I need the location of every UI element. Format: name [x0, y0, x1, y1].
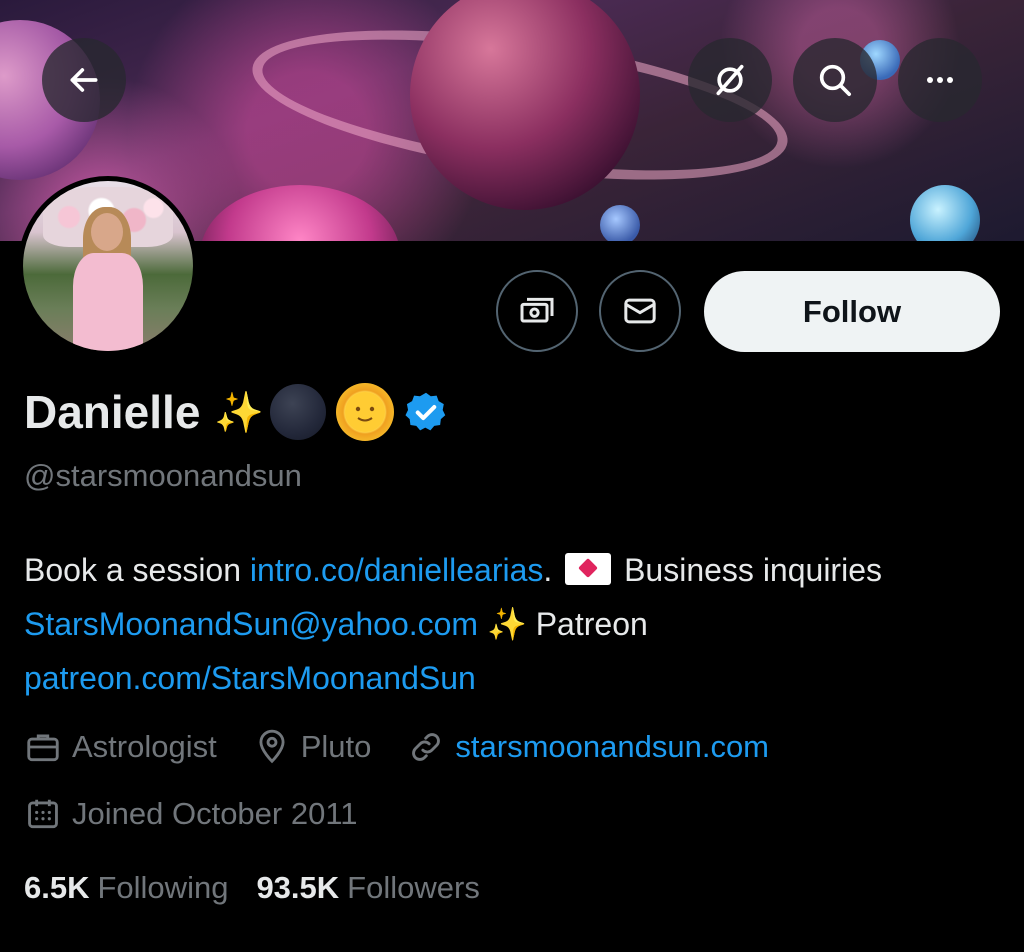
search-icon [819, 64, 851, 96]
bio-link-patreon[interactable]: patreon.com/StarsMoonandSun [24, 660, 476, 696]
bio-link-intro[interactable]: intro.co/daniellearias [250, 552, 544, 588]
money-icon [520, 297, 554, 323]
location-label: Pluto [300, 729, 372, 764]
sun-face-emoji [336, 383, 395, 441]
grok-button[interactable] [688, 38, 772, 122]
website[interactable]: starsmoonandsun.com [407, 728, 769, 766]
love-letter-emoji [565, 553, 612, 585]
location: Pluto [253, 728, 372, 766]
website-link[interactable]: starsmoonandsun.com [455, 729, 769, 765]
sun-face-icon [345, 392, 386, 432]
avatar-dress [73, 253, 143, 351]
banner-planet [200, 185, 400, 241]
profession-label: Astrologist [72, 729, 217, 764]
bio: Book a session intro.co/daniellearias. B… [24, 543, 984, 705]
sparkles-emoji: ✨ [214, 390, 265, 435]
avatar-face [91, 213, 123, 251]
mail-icon [624, 298, 656, 324]
display-name-row: Danielle ✨ [24, 380, 448, 444]
follow-button[interactable]: Follow [704, 271, 1000, 352]
link-icon [412, 733, 441, 761]
bio-text: ✨ Patreon [478, 606, 648, 642]
follow-stats: 6.5K Following 93.5K Followers [24, 864, 508, 912]
arrow-left-icon [70, 68, 98, 92]
grok-icon [716, 64, 744, 96]
following-count[interactable]: 6.5K [24, 870, 89, 906]
more-horizontal-icon [927, 77, 953, 83]
joined-label: Joined October 2011 [72, 796, 358, 831]
avatar[interactable] [18, 176, 198, 356]
profile-meta: Astrologist Pluto starsmoonandsun.com [24, 723, 805, 771]
bio-text: Book a session [24, 552, 250, 588]
location-pin-icon [259, 729, 285, 764]
joined-date: Joined October 2011 [24, 790, 358, 838]
more-button[interactable] [898, 38, 982, 122]
following-label[interactable]: Following [97, 870, 228, 906]
banner-planet [600, 205, 640, 241]
back-button[interactable] [42, 38, 126, 122]
calendar-icon [28, 799, 58, 829]
bio-text: Business inquiries [615, 552, 882, 588]
followers-count[interactable]: 93.5K [256, 870, 339, 906]
verified-badge-icon[interactable] [404, 390, 448, 434]
user-handle: @starsmoonandsun [24, 458, 302, 493]
message-button[interactable] [599, 270, 681, 352]
avatar-photo [23, 181, 193, 351]
banner-planet [910, 185, 980, 241]
bio-link-email[interactable]: StarsMoonandSun@yahoo.com [24, 606, 478, 642]
display-name: Danielle [24, 386, 201, 438]
subscribe-button[interactable] [496, 270, 578, 352]
briefcase-icon [27, 734, 59, 762]
followers-label[interactable]: Followers [347, 870, 480, 906]
bio-text: . [543, 552, 562, 588]
new-moon-emoji [270, 384, 327, 440]
profession: Astrologist [24, 728, 217, 766]
search-button[interactable] [793, 38, 877, 122]
